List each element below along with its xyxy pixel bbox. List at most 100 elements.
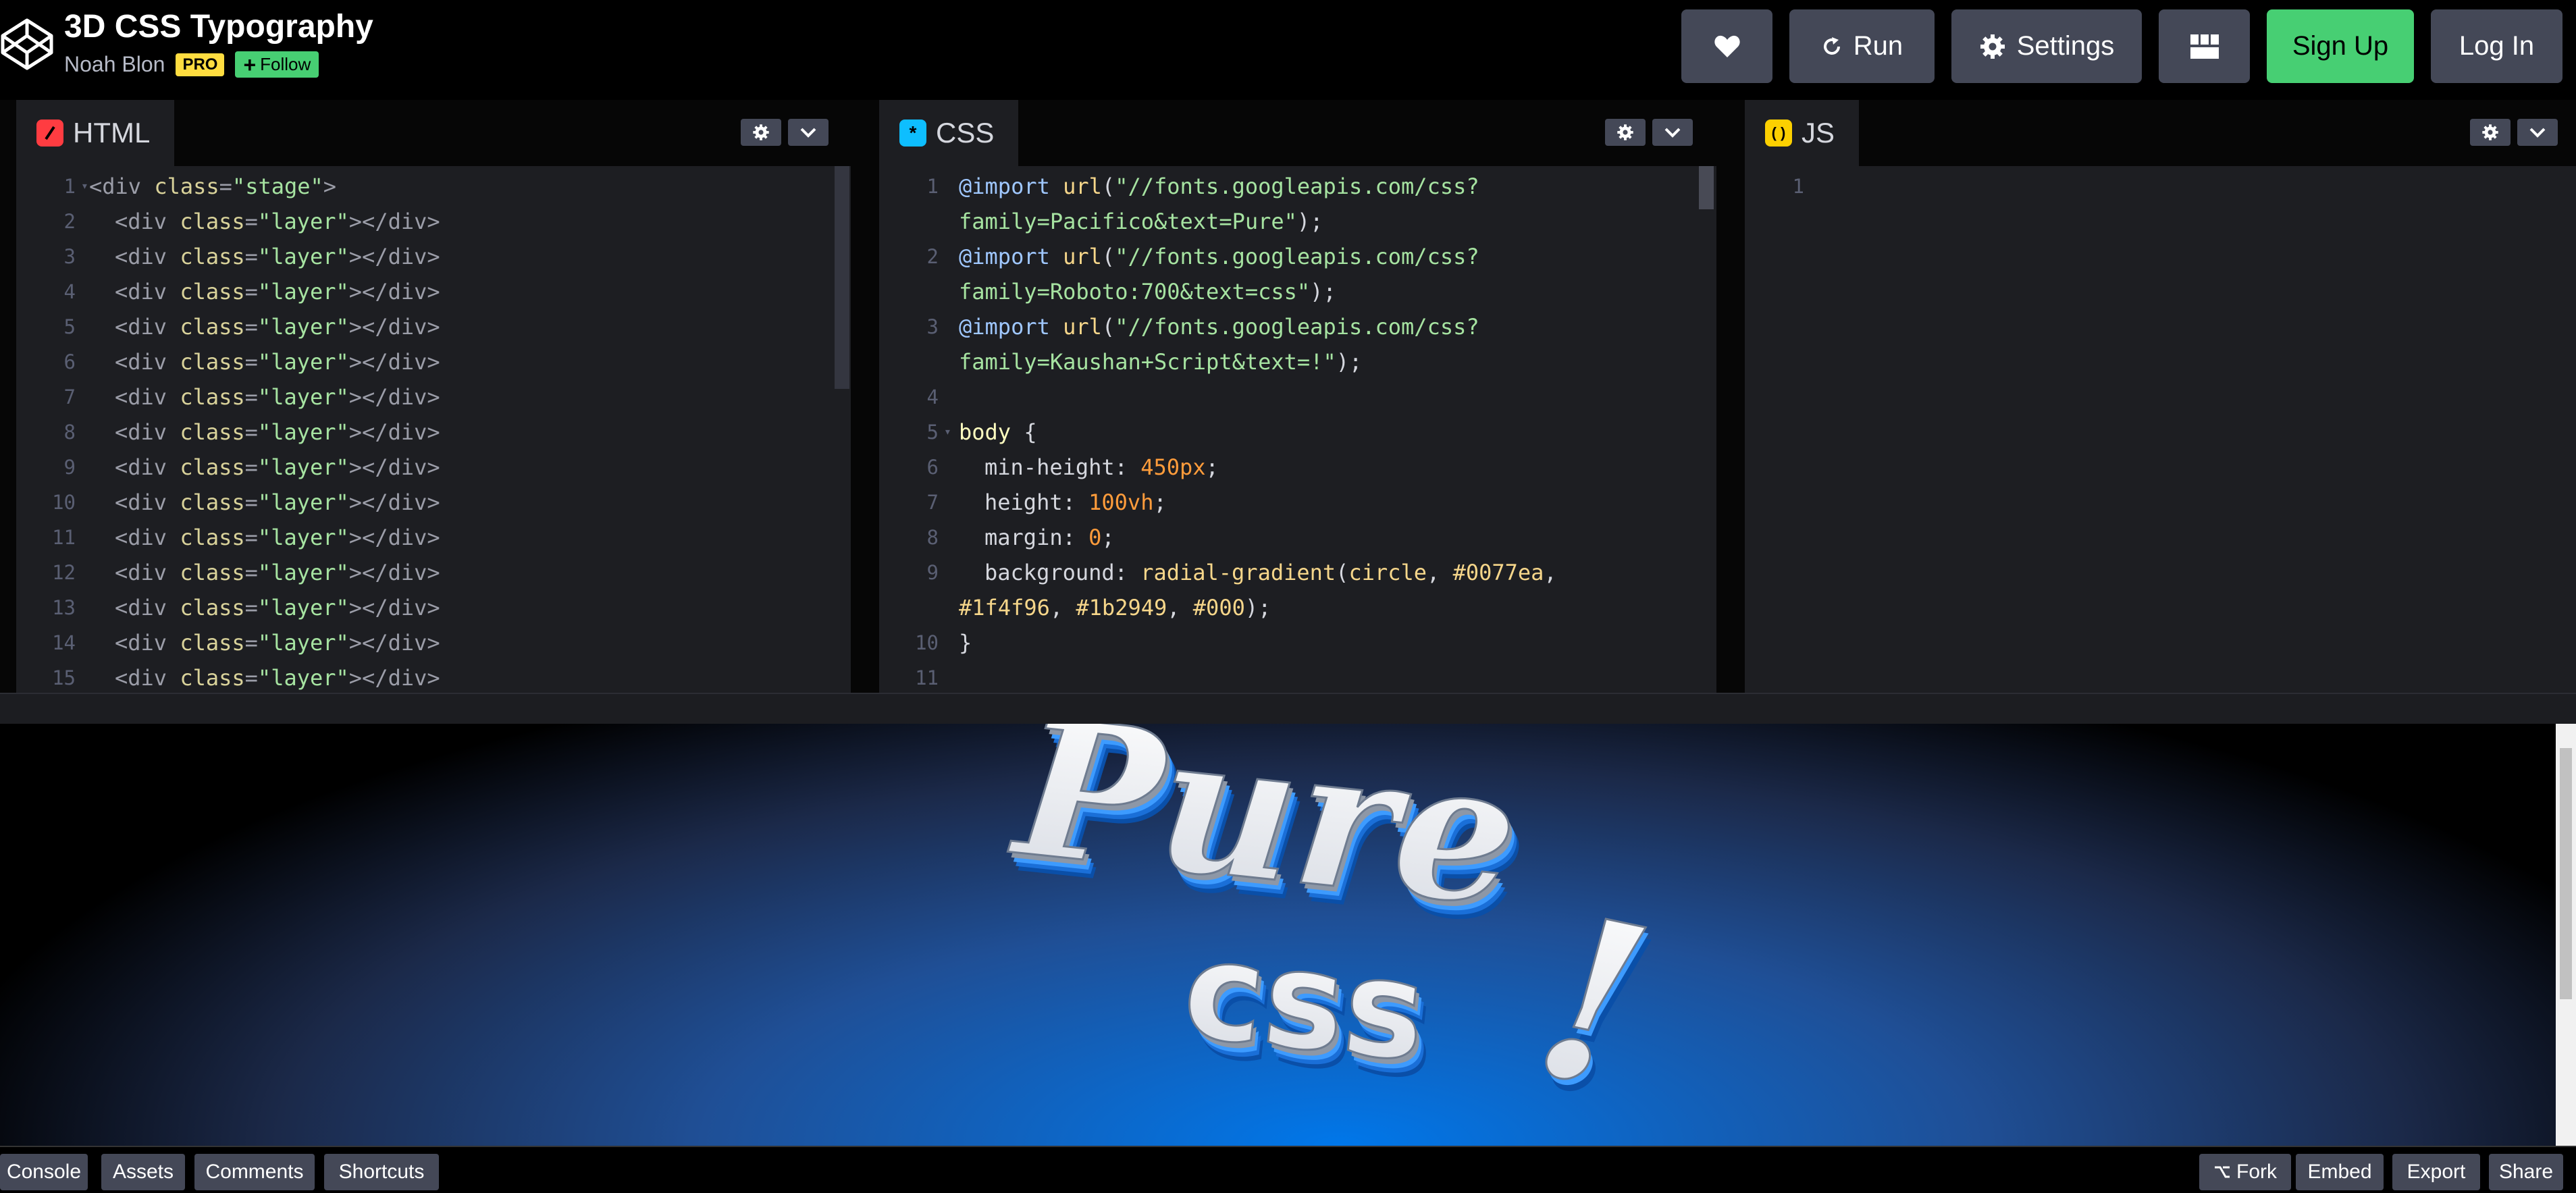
pane-resizer[interactable] [1716, 100, 1745, 693]
code-line[interactable]: 11 [879, 660, 1716, 693]
js-collapse-button[interactable] [2517, 119, 2558, 146]
code-token: class [180, 665, 245, 691]
code-token: <div [115, 314, 180, 340]
code-line[interactable]: 6 min-height: 450px; [879, 450, 1716, 485]
css-settings-button[interactable] [1605, 119, 1646, 146]
change-view-button[interactable] [2159, 9, 2250, 83]
code-token: <div [115, 209, 180, 234]
code-line[interactable]: family=Pacifico&text=Pure"); [879, 204, 1716, 239]
follow-button[interactable]: + Follow [235, 51, 319, 78]
line-number: 15 [52, 666, 76, 689]
code-line[interactable]: 1 ▾ <div class="stage"> [16, 169, 851, 204]
code-line[interactable]: #1f4f96, #1b2949, #000); [879, 590, 1716, 625]
gear-icon [2482, 124, 2498, 140]
code-token: ></div> [348, 630, 440, 656]
code-text: <div class="layer"></div> [115, 309, 440, 344]
code-line[interactable]: 2 <div class="layer"></div> [16, 204, 851, 239]
code-token: margin: [984, 525, 1089, 550]
css-collapse-button[interactable] [1652, 119, 1693, 146]
code-line[interactable]: 15 <div class="layer"></div> [16, 660, 851, 693]
code-line[interactable]: 6 <div class="layer"></div> [16, 344, 851, 379]
code-line[interactable]: 12 <div class="layer"></div> [16, 555, 851, 590]
plus-icon: + [243, 52, 257, 77]
css-tab[interactable]: * CSS [879, 100, 1019, 166]
pane-resizer[interactable] [851, 100, 879, 693]
log-in-button[interactable]: Log In [2431, 9, 2562, 83]
share-button[interactable]: Share [2489, 1154, 2563, 1190]
code-line[interactable]: 5 ▾ body { [879, 415, 1716, 450]
code-token: <div [115, 489, 180, 515]
code-line[interactable]: 10} [879, 625, 1716, 660]
fold-toggle-icon[interactable]: ▾ [81, 169, 88, 204]
code-line[interactable]: 1 @import url("//fonts.googleapis.com/css… [879, 169, 1716, 204]
code-line[interactable]: 9 <div class="layer"></div> [16, 450, 851, 485]
code-line[interactable]: 3 <div class="layer"></div> [16, 239, 851, 274]
code-token: } [959, 630, 972, 656]
codepen-logo-icon[interactable] [0, 14, 54, 74]
code-text: min-height: 450px; [984, 450, 1219, 485]
code-line[interactable]: 7 height: 100vh; [879, 485, 1716, 520]
code-line[interactable]: family=Roboto:700&text=css"); [879, 274, 1716, 309]
comments-button[interactable]: Comments [194, 1154, 315, 1190]
code-line[interactable]: 14 <div class="layer"></div> [16, 625, 851, 660]
sign-up-button[interactable]: Sign Up [2267, 9, 2414, 83]
css-code-area[interactable]: 1 @import url("//fonts.googleapis.com/css… [879, 166, 1716, 693]
code-token: @import [959, 314, 1063, 340]
code-line[interactable]: 7 <div class="layer"></div> [16, 379, 851, 415]
shortcuts-button[interactable]: Shortcuts [324, 1154, 439, 1190]
line-number: 4 [926, 386, 939, 408]
code-line[interactable]: 1 [1745, 169, 2576, 204]
code-line[interactable]: 13 <div class="layer"></div> [16, 590, 851, 625]
preview-scroll-thumb[interactable] [2560, 748, 2572, 999]
js-tab[interactable]: ( ) JS [1745, 100, 1860, 166]
code-token: ( [1336, 560, 1349, 585]
line-number: 10 [52, 491, 76, 514]
code-line[interactable]: 10 <div class="layer"></div> [16, 485, 851, 520]
result-preview[interactable]: Pure Pure Pure Pure Pure css css css css… [0, 724, 2576, 1146]
code-token: = [244, 560, 258, 585]
preview-scrollbar[interactable] [2556, 724, 2576, 1146]
settings-button[interactable]: Settings [1951, 9, 2142, 83]
fold-toggle-icon[interactable]: ▾ [944, 415, 951, 450]
chevron-down-icon [800, 128, 816, 138]
code-line[interactable]: 8 margin: 0; [879, 520, 1716, 555]
export-button[interactable]: Export [2392, 1154, 2480, 1190]
code-token: ); [1296, 209, 1323, 234]
code-text: background: radial-gradient(circle, #007… [984, 555, 1557, 590]
code-token: <div [115, 560, 180, 585]
settings-label: Settings [2016, 31, 2115, 61]
run-button[interactable]: Run [1789, 9, 1935, 83]
fork-button[interactable]: Fork [2199, 1154, 2291, 1190]
preview-resizer[interactable] [0, 693, 2576, 724]
code-line[interactable]: 2 @import url("//fonts.googleapis.com/css… [879, 239, 1716, 274]
code-line[interactable]: 4 <div class="layer"></div> [16, 274, 851, 309]
like-button[interactable] [1681, 9, 1772, 83]
code-text: <div class="layer"></div> [115, 590, 440, 625]
pen-title[interactable]: 3D CSS Typography [64, 8, 373, 45]
js-tab-label: JS [1802, 117, 1835, 149]
html-scrollbar[interactable] [835, 166, 849, 389]
html-tab[interactable]: HTML [16, 100, 175, 166]
html-code-area[interactable]: 1 ▾ <div class="stage"> 2 <div class="layer"… [16, 166, 851, 693]
code-token: class [180, 489, 245, 515]
code-line[interactable]: 11 <div class="layer"></div> [16, 520, 851, 555]
code-token: "layer" [257, 560, 349, 585]
code-line[interactable]: 3 @import url("//fonts.googleapis.com/css… [879, 309, 1716, 344]
gear-icon [1980, 34, 2005, 59]
html-collapse-button[interactable] [788, 119, 829, 146]
author-name[interactable]: Noah Blon [64, 52, 165, 77]
css-scrollbar[interactable] [1699, 166, 1714, 209]
code-token: class [180, 349, 245, 375]
html-settings-button[interactable] [741, 119, 781, 146]
console-button[interactable]: Console [0, 1154, 88, 1190]
assets-button[interactable]: Assets [101, 1154, 185, 1190]
code-token: ); [1244, 595, 1271, 620]
js-code-area[interactable]: 1 [1745, 166, 2576, 693]
code-line[interactable]: 5 <div class="layer"></div> [16, 309, 851, 344]
embed-button[interactable]: Embed [2296, 1154, 2384, 1190]
code-line[interactable]: 9 background: radial-gradient(circle, #00… [879, 555, 1716, 590]
js-settings-button[interactable] [2470, 119, 2511, 146]
code-line[interactable]: 4 [879, 379, 1716, 415]
code-line[interactable]: family=Kaushan+Script&text=!"); [879, 344, 1716, 379]
code-line[interactable]: 8 <div class="layer"></div> [16, 415, 851, 450]
